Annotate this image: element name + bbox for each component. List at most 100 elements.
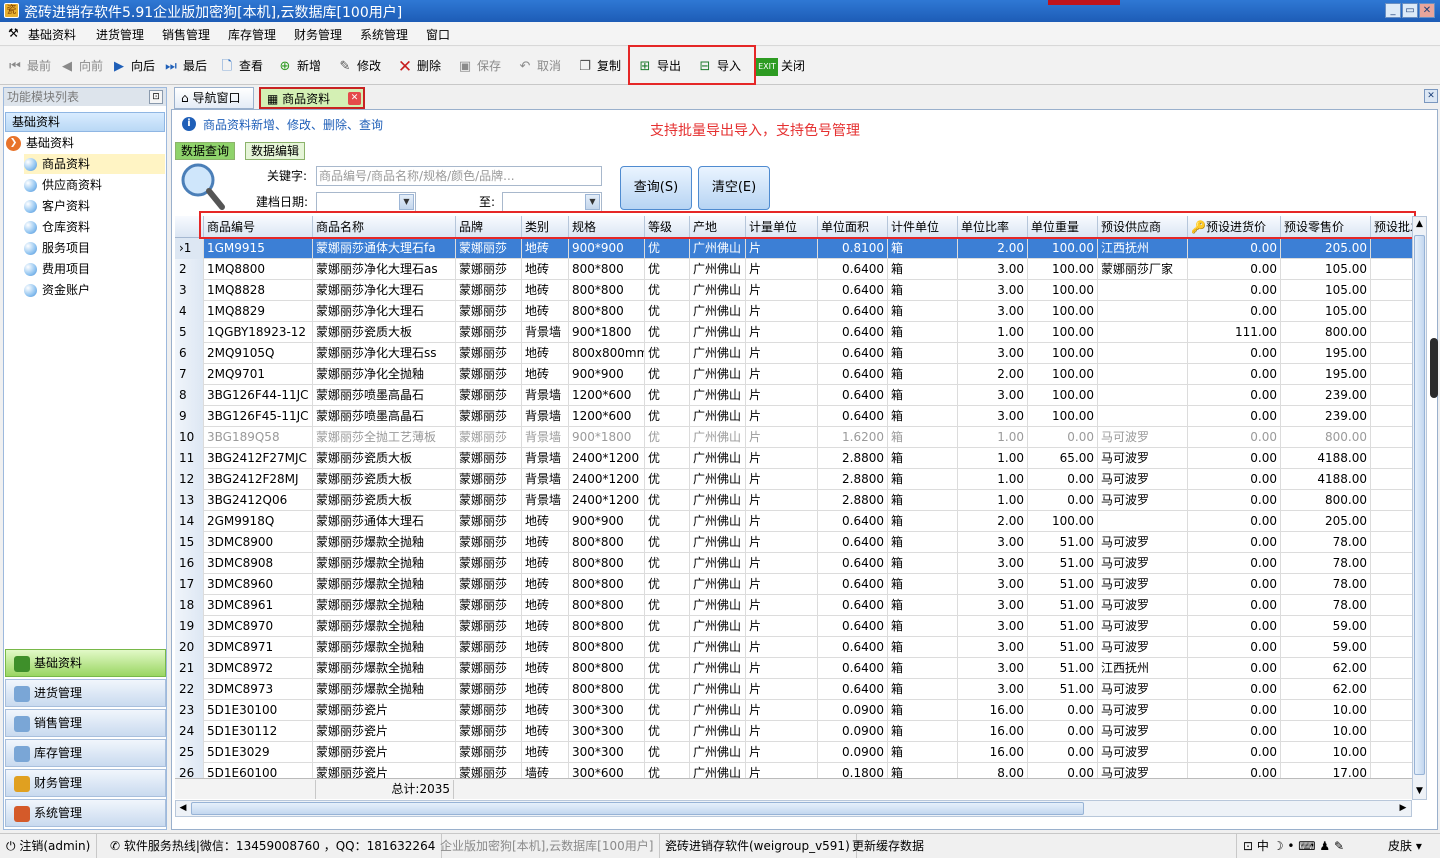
chevron-down-icon[interactable]: ▼ (585, 194, 600, 210)
table-row[interactable]: 23 5D1E30100 蒙娜丽莎瓷片 蒙娜丽莎 地砖 300*300 优广州佛山片 0.09… (175, 700, 1412, 721)
view-button[interactable]: 🗋 查看 (218, 55, 263, 77)
table-row[interactable]: 25 5D1E3029 蒙娜丽莎瓷片 蒙娜丽莎 地砖 300*300 优广州佛山片 0.090… (175, 742, 1412, 763)
save-button[interactable]: ▣ 保存 (456, 55, 501, 77)
table-row[interactable]: 10 3BG189Q58 蒙娜丽莎全抛工艺薄板 蒙娜丽莎 背景墙 900*1800 优广州佛… (175, 427, 1412, 448)
close-all-icon[interactable]: ✕ (1424, 89, 1438, 103)
tab-product[interactable]: ▦ 商品资料 ✕ (259, 87, 365, 109)
clear-button[interactable]: 清空(E) (698, 166, 770, 210)
scroll-left-icon[interactable]: ◀ (177, 802, 189, 815)
table-row[interactable]: 2 1MQ8800 蒙娜丽莎净化大理石as 蒙娜丽莎 地砖 800*800 优广州佛山片 0.… (175, 259, 1412, 280)
table-row[interactable]: 24 5D1E30112 蒙娜丽莎瓷片 蒙娜丽莎 地砖 300*300 优广州佛山片 0.09… (175, 721, 1412, 742)
tab-edit[interactable]: 数据编辑 (245, 142, 306, 160)
date-to-input[interactable]: ▼ (502, 192, 602, 212)
minimize-button[interactable]: _ (1385, 3, 1401, 18)
table-row[interactable]: 7 2MQ9701 蒙娜丽莎净化全抛釉 蒙娜丽莎 地砖 900*900 优广州佛山片 0.64… (175, 364, 1412, 385)
table-row[interactable]: 19 3DMC8970 蒙娜丽莎爆款全抛釉 蒙娜丽莎 地砖 800*800 优广州佛山片 0.… (175, 616, 1412, 637)
table-row[interactable]: 26 5D1E60100 蒙娜丽莎瓷片 蒙娜丽莎 墙砖 300*600 优广州佛山片 0.18… (175, 763, 1412, 778)
menu-finance[interactable]: 财务管理 (294, 26, 342, 43)
tree-item-funds[interactable]: 资金账户 (24, 280, 90, 300)
close-window-button[interactable]: ✕ (1419, 3, 1435, 18)
tab-close-icon[interactable]: ✕ (348, 92, 361, 105)
table-row[interactable]: 14 2GM9918Q 蒙娜丽莎通体大理石 蒙娜丽莎 地砖 900*900 优广州佛山片 0.… (175, 511, 1412, 532)
table-row[interactable]: 6 2MQ9105Q 蒙娜丽莎净化大理石ss 蒙娜丽莎 地砖 800x800mm 优广州佛山… (175, 343, 1412, 364)
pin-icon[interactable]: ⊡ (149, 90, 163, 104)
skin-button[interactable]: 皮肤 ▾ (1382, 834, 1428, 858)
cell-code: 1MQ8828 (204, 280, 313, 301)
close-button[interactable]: EXIT 关闭 (756, 55, 805, 77)
nav-purchase[interactable]: 进货管理 (5, 679, 166, 707)
table-row[interactable]: 18 3DMC8961 蒙娜丽莎爆款全抛釉 蒙娜丽莎 地砖 800*800 优广州佛山片 0.… (175, 595, 1412, 616)
tree-item-service[interactable]: 服务项目 (24, 238, 90, 258)
nav-system[interactable]: 系统管理 (5, 799, 166, 827)
side-handle[interactable] (1430, 338, 1438, 398)
cache-status[interactable]: 更新缓存数据 (846, 834, 930, 858)
tree-item-customer[interactable]: 客户资料 (24, 196, 90, 216)
scroll-down-icon[interactable]: ▼ (1413, 785, 1426, 797)
vertical-scrollbar[interactable]: ▲ ▼ (1412, 216, 1427, 800)
tree-item-supplier[interactable]: 供应商资料 (24, 175, 102, 195)
tree-item-product[interactable]: 商品资料 (24, 154, 90, 174)
prev-button[interactable]: ◀ 向前 (58, 55, 103, 77)
restore-button[interactable]: ▭ (1402, 3, 1418, 18)
tree-item-expense[interactable]: 费用项目 (24, 259, 90, 279)
next-button[interactable]: ▶ 向后 (110, 55, 155, 77)
table-row[interactable]: 16 3DMC8908 蒙娜丽莎爆款全抛釉 蒙娜丽莎 地砖 800*800 优广州佛山片 0.… (175, 553, 1412, 574)
table-row[interactable]: ›1 1GM9915 蒙娜丽莎通体大理石fa 蒙娜丽莎 地砖 900*900 优广州佛山片 0… (175, 238, 1412, 259)
scroll-right-icon[interactable]: ▶ (1397, 802, 1409, 815)
scroll-up-icon[interactable]: ▲ (1413, 218, 1426, 230)
table-row[interactable]: 5 1QGBY18923-12 蒙娜丽莎瓷质大板 蒙娜丽莎 背景墙 900*1800 优广州… (175, 322, 1412, 343)
menu-purchase[interactable]: 进货管理 (96, 26, 144, 43)
first-button[interactable]: ⏮ 最前 (6, 55, 51, 77)
horizontal-thumb[interactable] (191, 802, 1084, 815)
menu-window[interactable]: 窗口 (426, 26, 450, 43)
cell-pack-unit: 箱 (888, 259, 958, 280)
table-row[interactable]: 20 3DMC8971 蒙娜丽莎爆款全抛釉 蒙娜丽莎 地砖 800*800 优广州佛山片 0.… (175, 637, 1412, 658)
tab-navigation[interactable]: ⌂ 导航窗口 (174, 87, 254, 109)
menu-system[interactable]: 系统管理 (360, 26, 408, 43)
menu-inventory[interactable]: 库存管理 (228, 26, 276, 43)
cell-unit-area: 0.6400 (818, 595, 888, 616)
tab-query[interactable]: 数据查询 (175, 142, 236, 160)
table-row[interactable]: 3 1MQ8828 蒙娜丽莎净化大理石 蒙娜丽莎 地砖 800*800 优广州佛山片 0.64… (175, 280, 1412, 301)
edit-button[interactable]: ✎ 修改 (336, 55, 381, 77)
horizontal-scrollbar[interactable]: ◀ ▶ (175, 800, 1412, 817)
last-button[interactable]: ⏭ 最后 (162, 55, 207, 77)
date-from-input[interactable]: ▼ (316, 192, 416, 212)
cell-retail-price: 800.00 (1281, 427, 1371, 448)
ime-bar[interactable]: ⊡ 中 ☽ • ⌨ ♟ ✎ (1236, 834, 1350, 858)
cell-row-number: 25 (175, 742, 204, 763)
copy-button[interactable]: ❐ 复制 (576, 55, 621, 77)
vertical-thumb[interactable] (1414, 235, 1425, 775)
table-row[interactable]: 4 1MQ8829 蒙娜丽莎净化大理石 蒙娜丽莎 地砖 800*800 优广州佛山片 0.64… (175, 301, 1412, 322)
nav-inventory[interactable]: 库存管理 (5, 739, 166, 767)
menu-basic[interactable]: 基础资料 (28, 26, 76, 43)
logout-status[interactable]: ⏻ 注销(admin) (0, 834, 98, 858)
table-row[interactable]: 8 3BG126F44-11JC 蒙娜丽莎喷墨高晶石 蒙娜丽莎 背景墙 1200*600 优… (175, 385, 1412, 406)
table-row[interactable]: 22 3DMC8973 蒙娜丽莎爆款全抛釉 蒙娜丽莎 地砖 800*800 优广州佛山片 0.… (175, 679, 1412, 700)
cell-origin: 广州佛山 (690, 679, 746, 700)
table-row[interactable]: 17 3DMC8960 蒙娜丽莎爆款全抛釉 蒙娜丽莎 地砖 800*800 优广州佛山片 0.… (175, 574, 1412, 595)
table-row[interactable]: 9 3BG126F45-11JC 蒙娜丽莎喷墨高晶石 蒙娜丽莎 背景墙 1200*600 优… (175, 406, 1412, 427)
table-row[interactable]: 12 3BG2412F28MJ 蒙娜丽莎瓷质大板 蒙娜丽莎 背景墙 2400*1200 优广… (175, 469, 1412, 490)
menu-sales[interactable]: 销售管理 (162, 26, 210, 43)
nav-sales[interactable]: 销售管理 (5, 709, 166, 737)
nav-finance[interactable]: 财务管理 (5, 769, 166, 797)
tree-item-warehouse[interactable]: 仓库资料 (24, 217, 90, 237)
table-row[interactable]: 15 3DMC8900 蒙娜丽莎爆款全抛釉 蒙娜丽莎 地砖 800*800 优广州佛山片 0.… (175, 532, 1412, 553)
table-row[interactable]: 21 3DMC8972 蒙娜丽莎爆款全抛釉 蒙娜丽莎 地砖 800*800 优广州佛山片 0.… (175, 658, 1412, 679)
keyword-input[interactable]: 商品编号/商品名称/规格/颜色/品牌... (316, 166, 602, 186)
cell-supplier: 马可波罗 (1098, 469, 1188, 490)
cell-retail-price: 205.00 (1281, 511, 1371, 532)
query-button[interactable]: 查询(S) (620, 166, 692, 210)
table-row[interactable]: 11 3BG2412F27MJC 蒙娜丽莎瓷质大板 蒙娜丽莎 背景墙 2400*1200 优… (175, 448, 1412, 469)
chevron-down-icon[interactable]: ▼ (399, 194, 414, 210)
tree-node-basic[interactable]: ❯ 基础资料 (6, 133, 74, 153)
table-row[interactable]: 13 3BG2412Q06 蒙娜丽莎瓷质大板 蒙娜丽莎 背景墙 2400*1200 优广州佛… (175, 490, 1412, 511)
keyword-label: 关键字: (267, 169, 308, 183)
nav-basic[interactable]: 基础资料 (5, 649, 166, 677)
delete-button[interactable]: ✕ 删除 (396, 55, 441, 77)
add-button[interactable]: ⊕ 新增 (276, 55, 321, 77)
cell-row-number: 2 (175, 259, 204, 280)
group-basic[interactable]: 基础资料 (5, 112, 165, 132)
cancel-button[interactable]: ↶ 取消 (516, 55, 561, 77)
